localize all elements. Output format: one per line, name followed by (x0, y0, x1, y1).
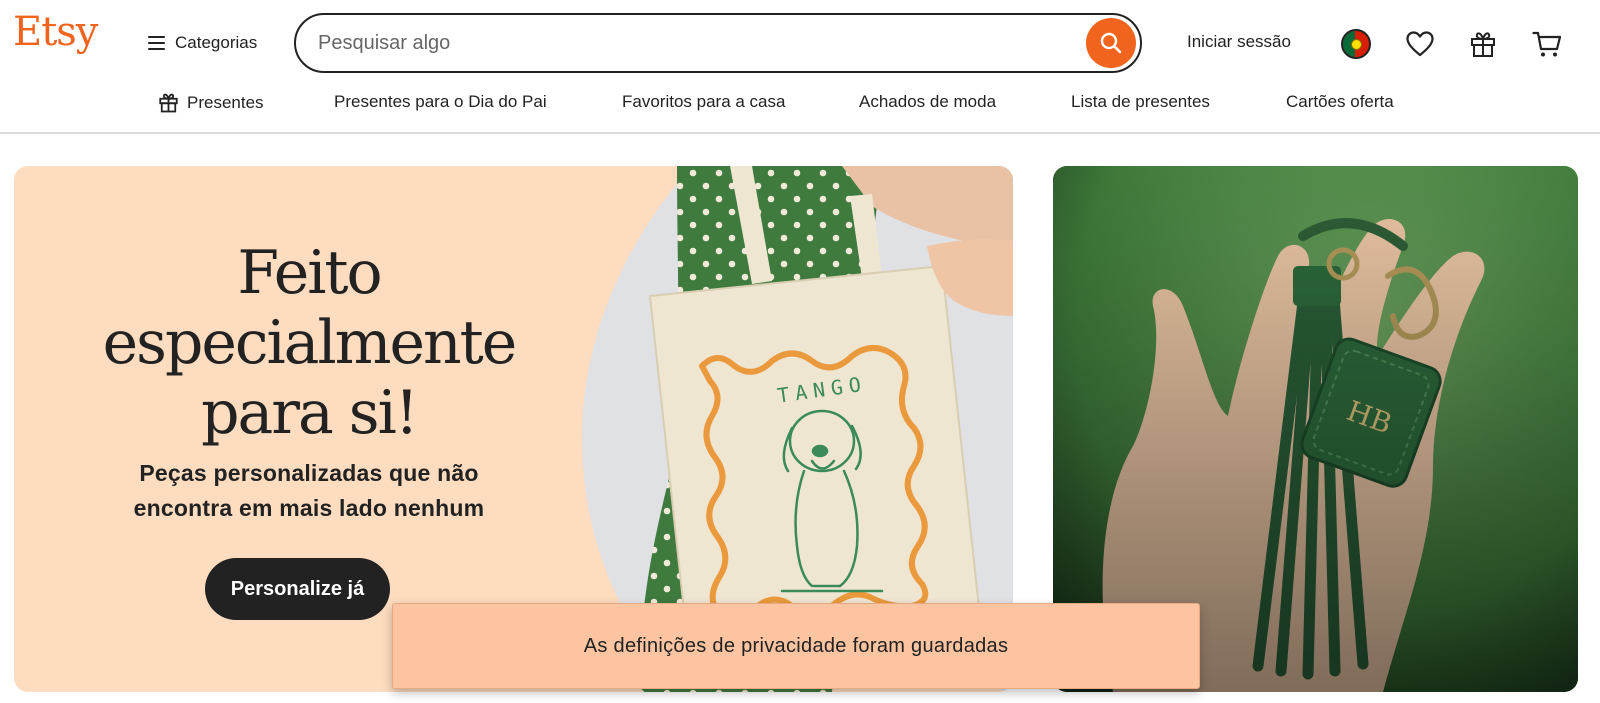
nav-achados-moda[interactable]: Achados de moda (859, 92, 996, 112)
gift-icon (159, 93, 178, 113)
nav-favoritos-casa[interactable]: Favoritos para a casa (622, 92, 785, 112)
gift-icon (1471, 32, 1495, 57)
hero-title: Feito especialmente para si! (74, 238, 544, 448)
hero-subtitle-line: encontra em mais lado nenhum (133, 495, 485, 521)
favorites-button[interactable] (1402, 26, 1438, 62)
nav-presentes[interactable]: Presentes (158, 92, 264, 113)
hero-title-line: Feito (237, 238, 382, 308)
privacy-toast-message: As definições de privacidade foram guard… (583, 634, 1009, 657)
privacy-toast: As definições de privacidade foram guard… (392, 603, 1200, 689)
search-button[interactable] (1086, 18, 1136, 68)
cart-button[interactable] (1529, 26, 1565, 62)
signin-link[interactable]: Iniciar sessão (1187, 32, 1291, 52)
search-icon (1100, 32, 1122, 54)
cart-icon (1532, 31, 1562, 57)
heart-icon (1406, 31, 1434, 57)
secondary-nav: Presentes Presentes para o Dia do Pai Fa… (0, 92, 1600, 116)
categories-label: Categorias (175, 33, 258, 52)
nav-cartoes-oferta[interactable]: Cartões oferta (1286, 92, 1394, 112)
nav-lista-presentes[interactable]: Lista de presentes (1071, 92, 1210, 112)
hamburger-menu-icon (148, 36, 165, 50)
hero-text-block: Feito especialmente para si! Peças perso… (74, 238, 544, 526)
region-flag-button[interactable] (1338, 26, 1374, 62)
hero-subtitle: Peças personalizadas que não encontra em… (74, 456, 544, 526)
hero-title-line: especialmente (102, 308, 518, 378)
gifts-button[interactable] (1465, 26, 1501, 62)
hero-subtitle-line: Peças personalizadas que não (139, 460, 479, 486)
search-input[interactable] (318, 23, 1058, 63)
hero-title-line: para si! (201, 378, 419, 448)
site-header: Etsy Categorias Iniciar sessão (0, 0, 1600, 134)
nav-presentes-label: Presentes (187, 92, 264, 112)
flag-portugal-icon (1341, 29, 1371, 59)
personalize-button[interactable]: Personalize já (205, 558, 390, 620)
categories-button[interactable]: Categorias (148, 30, 257, 56)
etsy-logo[interactable]: Etsy (13, 12, 98, 52)
search-bar (294, 13, 1142, 73)
nav-presentes-dia-do-pai[interactable]: Presentes para o Dia do Pai (334, 92, 547, 112)
